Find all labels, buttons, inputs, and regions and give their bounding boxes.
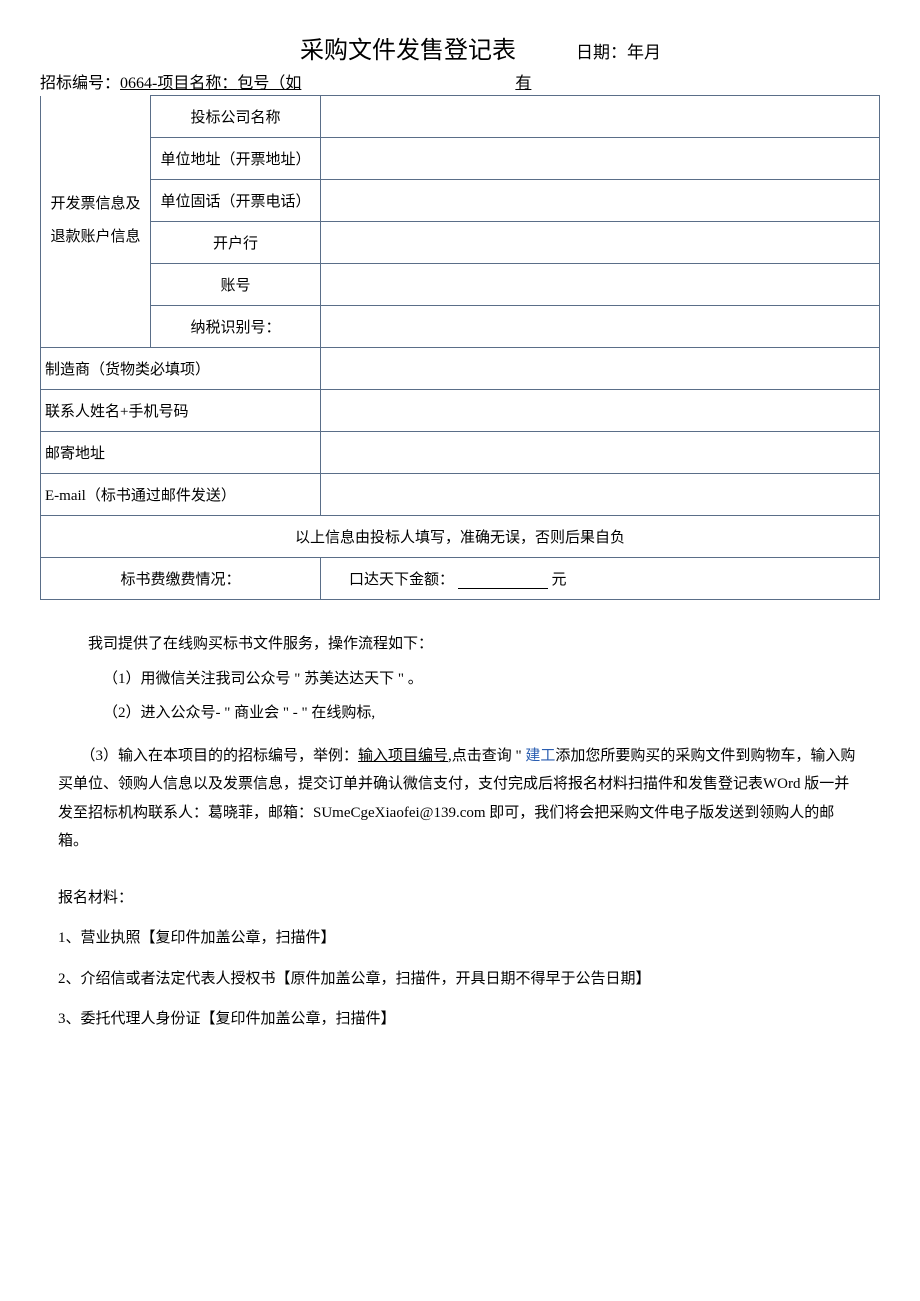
step3-prefix: （3）输入在本项目的的招标编号，举例：	[81, 748, 359, 764]
input-unit-address[interactable]	[321, 138, 880, 180]
field-account: 账号	[151, 264, 321, 306]
intro-text: 我司提供了在线购买标书文件服务，操作流程如下：	[58, 630, 862, 659]
field-unit-address: 单位地址（开票地址）	[151, 138, 321, 180]
project-label: 项目名称：	[157, 75, 237, 92]
package-label: 包号（如	[237, 75, 301, 92]
subheader: 招标编号：0664-项目名称：包号（如 有	[40, 69, 880, 93]
step3-underline: 输入项目编号	[358, 748, 448, 764]
fee-suffix: 元	[552, 572, 567, 588]
page-title: 采购文件发售登记表	[300, 30, 516, 65]
step1-text: （1）用微信关注我司公众号 " 苏美达达天下 " 。	[58, 665, 862, 694]
input-company-name[interactable]	[321, 96, 880, 138]
material-3: 3、委托代理人身份证【复印件加盖公章，扫描件】	[58, 1005, 862, 1034]
bid-no-value: 0664-	[120, 75, 157, 92]
step3-link[interactable]: 建工	[525, 748, 555, 764]
subheader-extra: 有	[515, 69, 531, 93]
step3-mid: ,点击查询 "	[448, 748, 525, 764]
input-manufacturer[interactable]	[321, 348, 880, 390]
material-1: 1、营业执照【复印件加盖公章，扫描件】	[58, 924, 862, 953]
instructions: 我司提供了在线购买标书文件服务，操作流程如下： （1）用微信关注我司公众号 " …	[40, 630, 880, 1034]
form-notice: 以上信息由投标人填写，准确无误，否则后果自负	[41, 516, 880, 558]
field-bank: 开户行	[151, 222, 321, 264]
field-email: E-mail（标书通过邮件发送）	[41, 474, 321, 516]
field-unit-phone: 单位固话（开票电话）	[151, 180, 321, 222]
input-contact[interactable]	[321, 390, 880, 432]
input-account[interactable]	[321, 264, 880, 306]
field-mail-address: 邮寄地址	[41, 432, 321, 474]
bid-no-label: 招标编号：	[40, 75, 120, 92]
field-tax-id: 纳税识别号：	[151, 306, 321, 348]
input-mail-address[interactable]	[321, 432, 880, 474]
invoice-section-label: 开发票信息及退款账户信息	[41, 96, 151, 348]
material-2: 2、介绍信或者法定代表人授权书【原件加盖公章，扫描件，开具日期不得早于公告日期】	[58, 965, 862, 994]
fee-value-cell[interactable]: 口达天下金额： 元	[321, 558, 880, 600]
date-label: 日期：年月	[576, 38, 661, 63]
step2-text: （2）进入公众号- " 商业会 " - " 在线购标,	[58, 699, 862, 728]
input-email[interactable]	[321, 474, 880, 516]
input-bank[interactable]	[321, 222, 880, 264]
materials-title: 报名材料：	[58, 884, 862, 913]
input-unit-phone[interactable]	[321, 180, 880, 222]
fee-label: 标书费缴费情况：	[41, 558, 321, 600]
input-tax-id[interactable]	[321, 306, 880, 348]
field-company-name: 投标公司名称	[151, 96, 321, 138]
field-manufacturer: 制造商（货物类必填项）	[41, 348, 321, 390]
fee-amount-blank[interactable]	[458, 588, 548, 589]
field-contact: 联系人姓名+手机号码	[41, 390, 321, 432]
fee-prefix: 口达天下金额：	[349, 572, 454, 588]
registration-form: 开发票信息及退款账户信息 投标公司名称 单位地址（开票地址） 单位固话（开票电话…	[40, 95, 880, 600]
